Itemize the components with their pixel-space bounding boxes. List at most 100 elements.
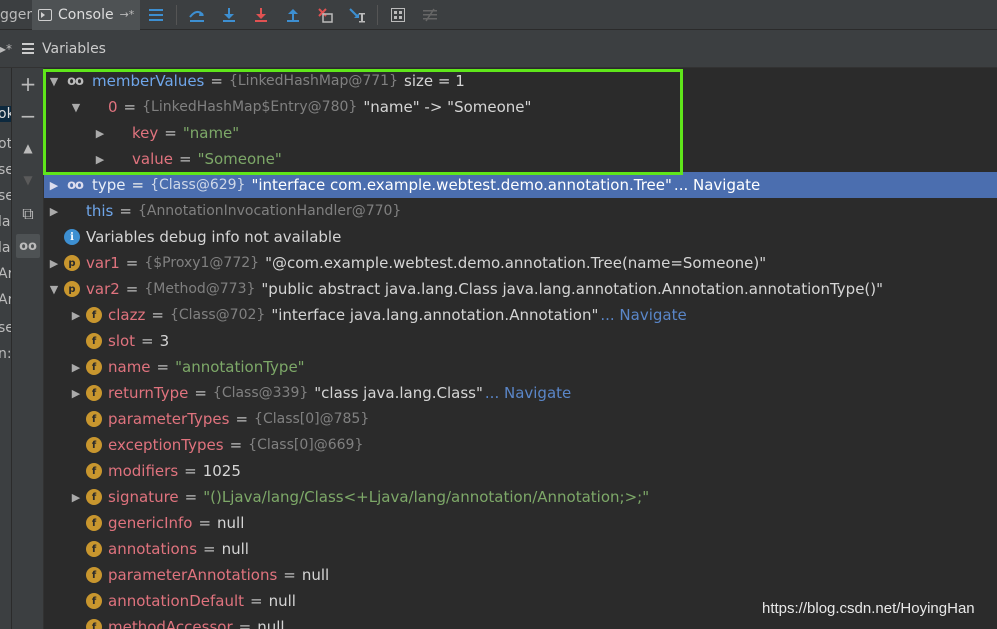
- tree-row-annotations[interactable]: ▶ f annotations = null: [44, 536, 997, 562]
- frame-item[interactable]: se: [0, 162, 11, 178]
- var-name: this: [86, 202, 114, 220]
- expand-arrow-icon[interactable]: ▶: [94, 127, 106, 140]
- expand-arrow-icon[interactable]: ▶: [94, 153, 106, 166]
- field-icon: f: [86, 489, 102, 505]
- move-down-button[interactable]: ▼: [16, 168, 40, 192]
- var-value: "annotationType": [175, 358, 305, 376]
- run-to-cursor-icon[interactable]: [346, 4, 368, 26]
- frame-item[interactable]: Ar: [0, 266, 11, 282]
- watch-glasses-icon: oo: [67, 177, 84, 193]
- tab-debugger-label: gger: [0, 6, 32, 23]
- tree-row-value[interactable]: ▶ value = "Someone": [44, 146, 997, 172]
- equals-sign: =: [250, 592, 263, 610]
- tree-row-name[interactable]: ▶ f name = "annotationType": [44, 354, 997, 380]
- expand-arrow-icon[interactable]: ▶: [70, 361, 82, 374]
- frame-item[interactable]: Ar: [0, 292, 11, 308]
- field-icon: f: [86, 541, 102, 557]
- copy-button[interactable]: ⧉: [16, 202, 40, 226]
- frame-item[interactable]: la: [0, 240, 10, 256]
- tab-console-label: Console: [58, 6, 114, 23]
- navigate-link[interactable]: ... Navigate: [674, 176, 760, 194]
- var-value: null: [217, 514, 245, 532]
- evaluate-expression-icon[interactable]: [387, 4, 409, 26]
- info-icon: i: [64, 229, 80, 245]
- tab-console[interactable]: Console →*: [32, 0, 141, 30]
- tree-row-this[interactable]: ▶ this = {AnnotationInvocationHandler@77…: [44, 198, 997, 224]
- trace-icon[interactable]: [419, 4, 441, 26]
- tree-row-parametertypes[interactable]: ▶ f parameterTypes = {Class[0]@785}: [44, 406, 997, 432]
- var-value: "Someone": [197, 150, 282, 168]
- var-text: size = 1: [404, 72, 465, 90]
- tree-row-exceptiontypes[interactable]: ▶ f exceptionTypes = {Class[0]@669}: [44, 432, 997, 458]
- collapse-arrow-icon[interactable]: ▼: [48, 283, 60, 296]
- expand-arrow-icon[interactable]: ▶: [48, 179, 60, 192]
- tree-row-modifiers[interactable]: ▶ f modifiers = 1025: [44, 458, 997, 484]
- drop-frame-icon[interactable]: [314, 4, 336, 26]
- frame-item[interactable]: se: [0, 188, 11, 204]
- tree-row-slot[interactable]: ▶ f slot = 3: [44, 328, 997, 354]
- force-step-into-icon[interactable]: [250, 4, 272, 26]
- tab-debugger[interactable]: gger: [0, 0, 32, 30]
- var-ref: {Class[0]@785}: [254, 411, 370, 427]
- frame-item[interactable]: n:: [0, 346, 11, 362]
- field-icon: f: [86, 307, 102, 323]
- tree-row-key[interactable]: ▶ key = "name": [44, 120, 997, 146]
- equals-sign: =: [184, 488, 198, 506]
- move-up-button[interactable]: ▲: [16, 136, 40, 160]
- tree-row-signature[interactable]: ▶ f signature = "()Ljava/lang/Class<+Lja…: [44, 484, 997, 510]
- field-icon: f: [86, 619, 102, 629]
- tree-row-entry-0[interactable]: ▼ 0 = {LinkedHashMap$Entry@780} "name" -…: [44, 94, 997, 120]
- frame-item[interactable]: la: [0, 214, 10, 230]
- expand-arrow-icon[interactable]: ▶: [70, 387, 82, 400]
- equals-sign: =: [198, 514, 212, 532]
- step-into-icon[interactable]: [218, 4, 240, 26]
- frame-item[interactable]: ok: [0, 106, 11, 122]
- var-ref: {Class@629}: [150, 177, 246, 193]
- tree-row-returntype[interactable]: ▶ f returnType = {Class@339} "class java…: [44, 380, 997, 406]
- equals-sign: =: [194, 384, 207, 402]
- var-name: name: [108, 358, 151, 376]
- equals-sign: =: [151, 306, 164, 324]
- frame-item[interactable]: ot: [0, 136, 11, 152]
- tree-row-clazz[interactable]: ▶ f clazz = {Class@702} "interface java.…: [44, 302, 997, 328]
- tree-row-var2[interactable]: ▼ p var2 = {Method@773} "public abstract…: [44, 276, 997, 302]
- tree-row-parameterannotations[interactable]: ▶ f parameterAnnotations = null: [44, 562, 997, 588]
- equals-sign: =: [203, 540, 216, 558]
- expand-arrow-icon[interactable]: ▶: [70, 309, 82, 322]
- frames-options-glyph: ▸*: [0, 41, 13, 56]
- var-name: clazz: [108, 306, 146, 324]
- var-text: "name" -> "Someone": [363, 98, 532, 116]
- tree-row-var1[interactable]: ▶ p var1 = {$Proxy1@772} "@com.example.w…: [44, 250, 997, 276]
- tree-row-membervalues[interactable]: ▼ oo memberValues = {LinkedHashMap@771} …: [44, 68, 997, 94]
- step-over-icon[interactable]: [186, 4, 208, 26]
- pin-tab-icon[interactable]: →*: [120, 8, 135, 21]
- var-name: exceptionTypes: [108, 436, 224, 454]
- var-text: "interface java.lang.annotation.Annotati…: [271, 306, 599, 324]
- watermark-text: https://blog.csdn.net/HoyingHan: [762, 600, 975, 617]
- show-watches-toggle[interactable]: oo: [16, 234, 40, 258]
- var-text: "@com.example.webtest.demo.annotation.Tr…: [265, 254, 767, 272]
- var-text: "public abstract java.lang.Class java.la…: [261, 280, 884, 298]
- collapse-arrow-icon[interactable]: ▼: [70, 101, 82, 114]
- frame-item[interactable]: se: [0, 320, 11, 336]
- expand-arrow-icon[interactable]: ▶: [48, 257, 60, 270]
- equals-sign: =: [156, 358, 170, 376]
- field-icon: f: [86, 437, 102, 453]
- navigate-link[interactable]: ... Navigate: [600, 306, 686, 324]
- collapse-arrow-icon[interactable]: ▼: [48, 75, 60, 88]
- remove-watch-button[interactable]: −: [16, 104, 40, 128]
- parameter-icon: p: [64, 255, 80, 271]
- expand-arrow-icon[interactable]: ▶: [48, 205, 60, 218]
- step-out-icon[interactable]: [282, 4, 304, 26]
- navigate-link[interactable]: ... Navigate: [485, 384, 571, 402]
- frames-panel-options[interactable]: ▸*: [0, 30, 12, 68]
- add-watch-button[interactable]: +: [16, 72, 40, 96]
- expand-arrow-icon[interactable]: ▶: [70, 491, 82, 504]
- equals-sign: =: [184, 462, 197, 480]
- field-icon: f: [86, 593, 102, 609]
- tree-row-genericinfo[interactable]: ▶ f genericInfo = null: [44, 510, 997, 536]
- var-name: modifiers: [108, 462, 179, 480]
- field-icon: f: [86, 515, 102, 531]
- restore-layout-icon[interactable]: [145, 4, 167, 26]
- tree-row-type[interactable]: ▶ oo type = {Class@629} "interface com.e…: [44, 172, 997, 198]
